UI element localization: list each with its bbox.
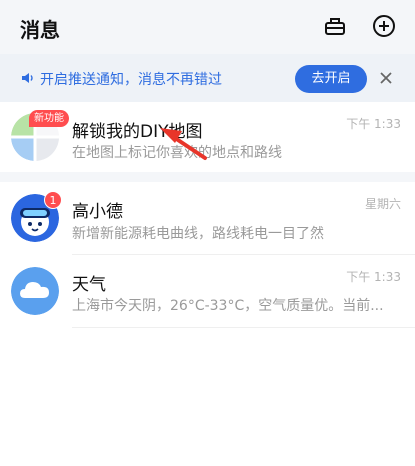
add-circle-icon[interactable]	[371, 13, 397, 39]
message-title: 天气	[72, 275, 106, 295]
speaker-icon	[20, 70, 36, 86]
message-preview: 在地图上标记你喜欢的地点和路线	[72, 145, 282, 161]
enable-push-button[interactable]: 去开启	[295, 65, 367, 93]
top-bar: 消息	[0, 0, 415, 54]
page-title: 消息	[20, 18, 60, 42]
list-item[interactable]: 高小德 星期六 新增新能源耗电曲线，路线耗电一目了然	[0, 182, 415, 254]
row-separator	[72, 327, 415, 328]
unread-count-badge: 1	[44, 191, 62, 209]
list-item[interactable]: 天气 下午 1:33 上海市今天阴，26°C-33°C，空气质量优。当前...	[0, 255, 415, 327]
close-icon[interactable]	[377, 69, 395, 87]
new-feature-badge: 新功能	[29, 110, 69, 127]
message-preview: 上海市今天阴，26°C-33°C，空气质量优。当前...	[72, 298, 384, 314]
section-divider	[0, 172, 415, 182]
message-time: 下午 1:33	[346, 270, 401, 284]
message-title: 解锁我的DIY地图	[72, 122, 203, 142]
toolbox-icon[interactable]	[322, 13, 348, 39]
message-title: 高小德	[72, 202, 123, 222]
cloud-avatar	[11, 267, 59, 315]
message-time: 下午 1:33	[346, 117, 401, 131]
message-time: 星期六	[364, 197, 401, 211]
notice-text: 开启推送通知，消息不再错过	[40, 72, 222, 88]
message-preview: 新增新能源耗电曲线，路线耗电一目了然	[72, 226, 324, 242]
push-notice-bar: 开启推送通知，消息不再错过 去开启	[0, 54, 415, 102]
